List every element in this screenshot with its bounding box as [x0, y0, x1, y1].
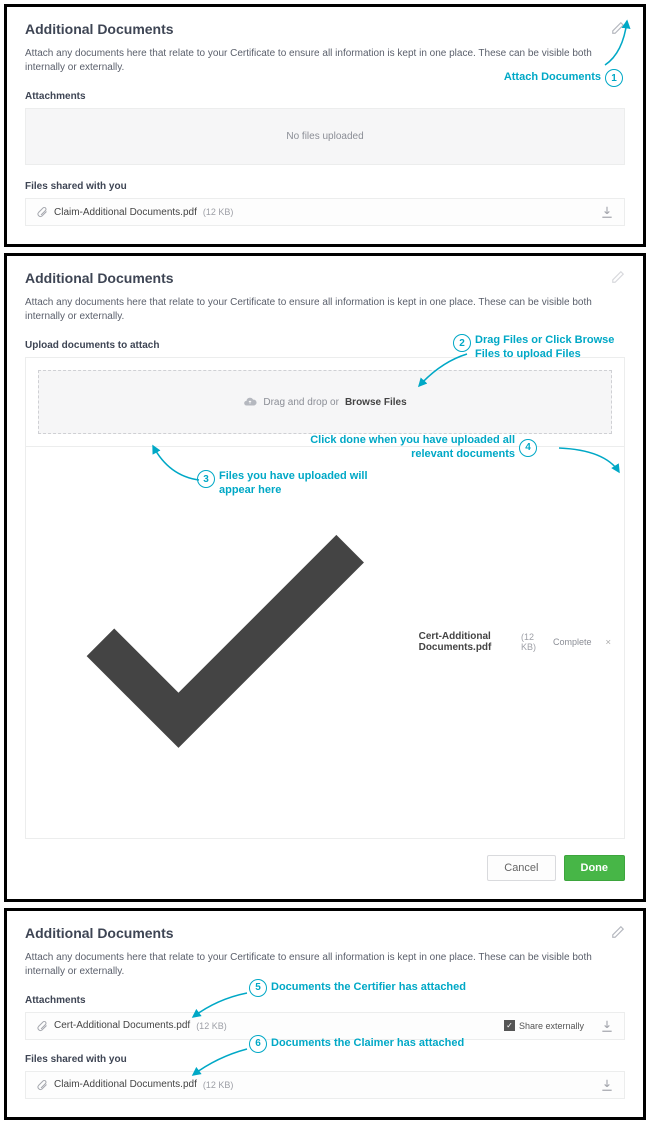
file-name: Claim-Additional Documents.pdf: [54, 207, 197, 218]
done-button[interactable]: Done: [564, 855, 626, 881]
panel-3: Additional Documents Attach any document…: [4, 908, 646, 1120]
file-size: (12 KB): [203, 207, 234, 217]
download-icon[interactable]: [600, 1019, 614, 1033]
file-size: (12 KB): [203, 1080, 234, 1090]
paperclip-icon: [36, 1079, 48, 1091]
check-icon: [38, 455, 413, 830]
edit-icon[interactable]: [611, 21, 625, 35]
panel-title: Additional Documents: [25, 21, 174, 37]
edit-icon[interactable]: [611, 925, 625, 939]
upload-status: Complete: [553, 637, 592, 647]
panel-title: Additional Documents: [25, 270, 174, 286]
annotation-5-label: Documents the Certifier has attached: [271, 981, 466, 995]
panel-title: Additional Documents: [25, 925, 174, 941]
uploaded-file-row: Cert-Additional Documents.pdf (12 KB) Co…: [26, 446, 624, 838]
share-externally-label: Share externally: [519, 1021, 584, 1031]
attachments-empty-state: No files uploaded: [25, 108, 625, 165]
remove-file-icon[interactable]: [605, 637, 612, 647]
shared-files-label: Files shared with you: [25, 1054, 625, 1065]
paperclip-icon: [36, 206, 48, 218]
cloud-upload-icon: [243, 395, 257, 409]
uploaded-file-size: (12 KB): [521, 632, 541, 652]
shared-files-label: Files shared with you: [25, 181, 625, 192]
paperclip-icon: [36, 1020, 48, 1032]
download-icon[interactable]: [600, 1078, 614, 1092]
share-externally-toggle[interactable]: ✓ Share externally: [504, 1020, 584, 1031]
download-icon[interactable]: [600, 205, 614, 219]
claimer-file-row: Claim-Additional Documents.pdf (12 KB): [25, 1071, 625, 1099]
certifier-file-row: Cert-Additional Documents.pdf (12 KB) ✓ …: [25, 1012, 625, 1040]
browse-files-link[interactable]: Browse Files: [345, 397, 407, 408]
checkbox-checked-icon: ✓: [504, 1020, 515, 1031]
panel-2: Additional Documents Attach any document…: [4, 253, 646, 902]
uploaded-file-name: Cert-Additional Documents.pdf: [419, 631, 515, 653]
dropzone-container: Drag and drop or Browse Files Cert-Addit…: [25, 357, 625, 839]
shared-file-row: Claim-Additional Documents.pdf (12 KB): [25, 198, 625, 226]
edit-icon: [611, 270, 625, 284]
attachments-label: Attachments: [25, 995, 625, 1006]
panel-description: Attach any documents here that relate to…: [25, 951, 625, 979]
panel-description: Attach any documents here that relate to…: [25, 47, 625, 75]
dropzone-drag-text: Drag and drop or: [263, 397, 339, 408]
file-name: Cert-Additional Documents.pdf: [54, 1020, 190, 1031]
cancel-button[interactable]: Cancel: [487, 855, 555, 881]
file-name: Claim-Additional Documents.pdf: [54, 1079, 197, 1090]
file-size: (12 KB): [196, 1021, 227, 1031]
upload-label: Upload documents to attach: [25, 340, 625, 351]
panel-1: Additional Documents Attach any document…: [4, 4, 646, 247]
attachments-label: Attachments: [25, 91, 625, 102]
dropzone[interactable]: Drag and drop or Browse Files: [38, 370, 612, 434]
panel-description: Attach any documents here that relate to…: [25, 296, 625, 324]
